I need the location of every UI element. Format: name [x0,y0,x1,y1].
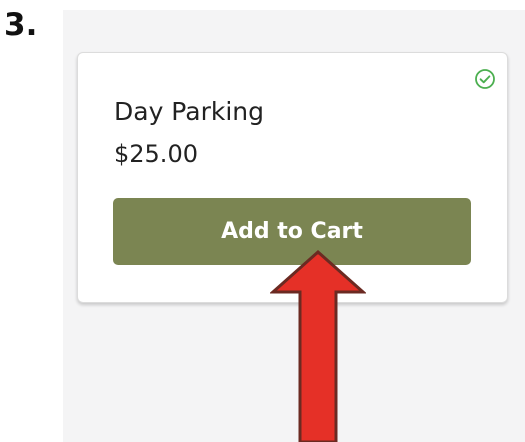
product-name: Day Parking [114,97,264,126]
red-arrow-annotation [270,250,366,442]
step-number: 3. [4,7,38,43]
check-circle-icon [475,69,495,89]
product-price: $25.00 [114,140,198,168]
